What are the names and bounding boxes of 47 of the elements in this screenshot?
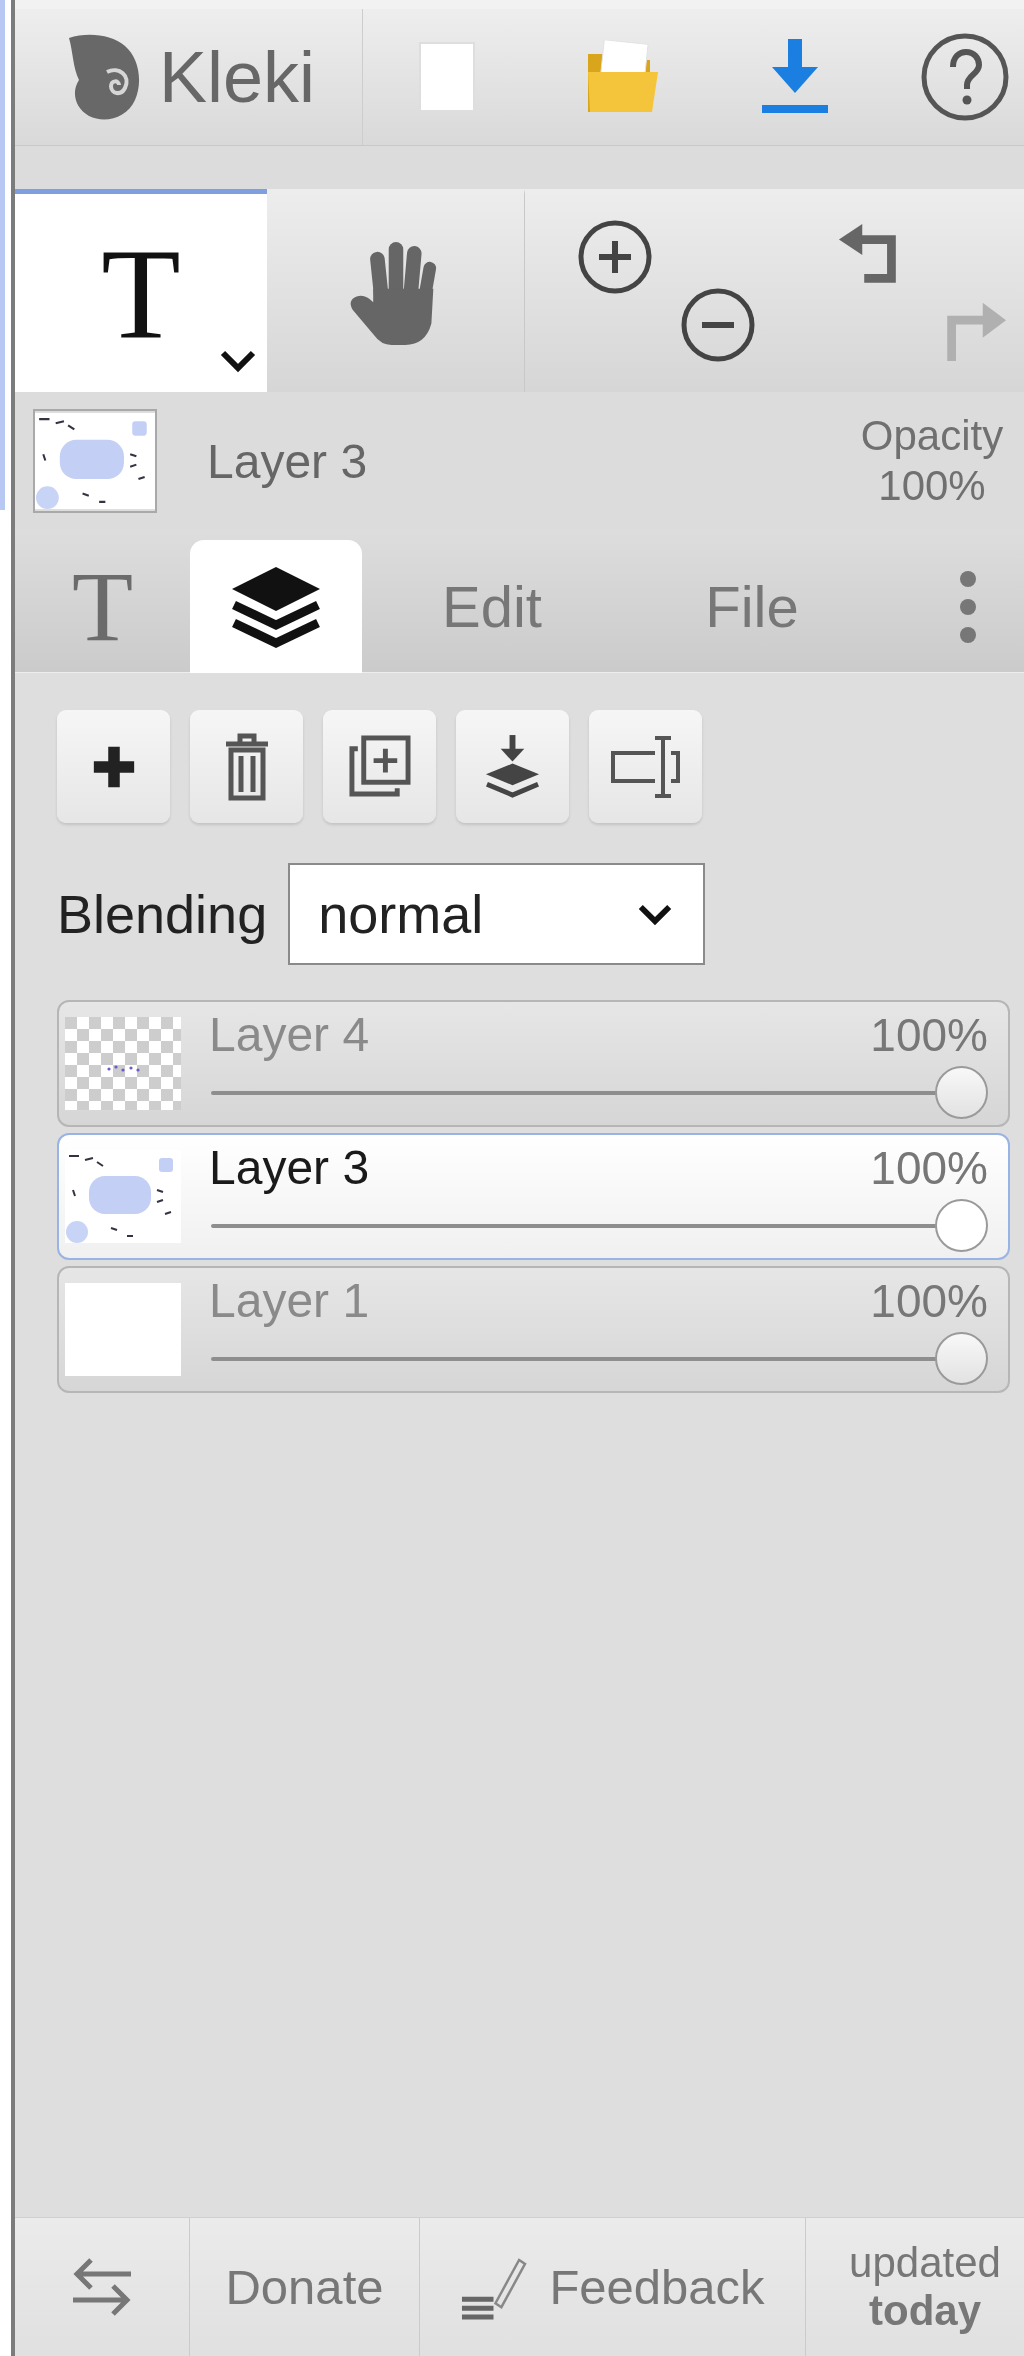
tab[interactable]: T — [15, 540, 190, 673]
chevron-down-icon — [219, 348, 257, 374]
current-layer-name: Layer 3 — [207, 433, 368, 489]
opacity-label: Opacity — [860, 411, 1004, 461]
logo-icon — [67, 32, 141, 122]
zoom-in-icon — [577, 219, 653, 295]
opacity-slider[interactable] — [209, 1332, 988, 1385]
zoom-out-icon — [680, 287, 756, 363]
blank-page-icon — [419, 42, 475, 112]
folder-icon — [586, 40, 660, 114]
blending-label: Blending — [57, 883, 268, 945]
tab[interactable]: File — [622, 540, 882, 673]
layer-name: Layer 4 — [209, 1008, 370, 1062]
merge-layer-button[interactable] — [456, 710, 569, 823]
rename-layer-button[interactable] — [589, 710, 702, 823]
opacity-value: 100% — [878, 461, 986, 511]
help-icon — [920, 33, 1009, 121]
layers-icon — [230, 564, 322, 649]
updated-link[interactable]: updated today — [805, 2218, 1024, 2356]
layer-opacity: 100% — [870, 1274, 988, 1328]
layer-opacity: 100% — [870, 1008, 988, 1062]
more-icon — [958, 568, 978, 645]
add-layer-button[interactable] — [57, 710, 170, 823]
layer-name: Layer 3 — [209, 1141, 370, 1195]
text-cursor-box-icon — [610, 734, 681, 799]
opacity-slider[interactable] — [209, 1066, 988, 1119]
layer-item[interactable]: Layer 1 100% — [57, 1266, 1010, 1393]
layer-name: Layer 1 — [209, 1274, 370, 1328]
duplicate-layer-button[interactable] — [323, 710, 436, 823]
blending-select[interactable]: normal — [288, 863, 706, 965]
layer-item[interactable]: Layer 4 100% — [57, 1000, 1010, 1127]
slider-thumb[interactable] — [935, 1066, 988, 1119]
feedback-button[interactable]: Feedback — [419, 2218, 805, 2356]
text-tool-button[interactable]: T — [15, 189, 267, 392]
donate-link[interactable]: Donate — [189, 2218, 419, 2356]
delete-layer-button[interactable] — [190, 710, 303, 823]
slider-thumb[interactable] — [935, 1199, 988, 1252]
tab[interactable]: Edit — [362, 540, 622, 673]
layers-arrow-down-icon — [484, 735, 541, 798]
tab[interactable] — [190, 540, 362, 673]
logo-link[interactable]: Kleki — [15, 9, 363, 145]
layer-item[interactable]: Layer 3 100% — [57, 1133, 1010, 1260]
layer-opacity: 100% — [870, 1141, 988, 1195]
download-icon — [760, 39, 830, 115]
slider-thumb[interactable] — [935, 1332, 988, 1385]
opacity-slider[interactable] — [209, 1199, 988, 1252]
duplicate-icon — [348, 735, 411, 798]
